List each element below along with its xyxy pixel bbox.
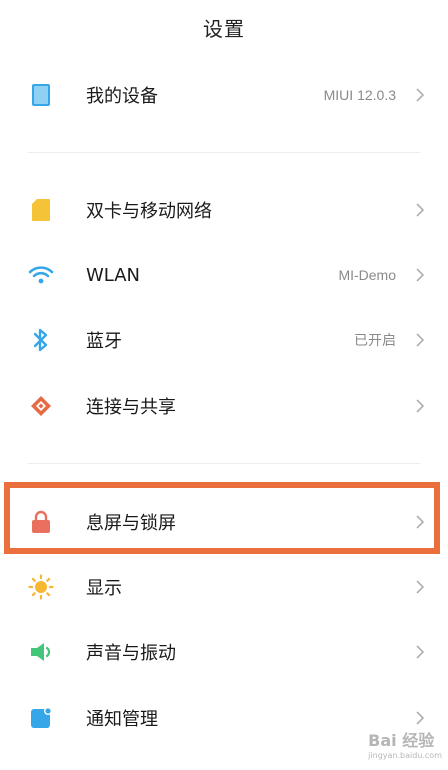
wifi-icon [28, 262, 54, 288]
setting-label: 我的设备 [86, 86, 158, 107]
setting-row-bluetooth[interactable]: 蓝牙 已开启 [0, 308, 448, 372]
chevron-right-icon [416, 645, 425, 659]
divider [28, 463, 420, 464]
tablet-icon [28, 82, 54, 108]
chevron-right-icon [416, 399, 425, 413]
notification-icon [28, 705, 54, 731]
setting-value: MIUI 12.0.3 [323, 87, 396, 103]
setting-row-device[interactable]: 我的设备 MIUI 12.0.3 [0, 63, 448, 127]
highlight-box [4, 482, 440, 554]
title-bar: 设置 [0, 0, 448, 54]
setting-row-sound[interactable]: 声音与振动 [0, 620, 448, 684]
chevron-right-icon [416, 711, 425, 725]
setting-label: 声音与振动 [86, 643, 176, 664]
setting-label: 连接与共享 [86, 397, 176, 418]
page-title: 设置 [203, 16, 245, 41]
setting-value: 已开启 [354, 332, 396, 348]
watermark-brand: Bai 经验 [368, 731, 435, 750]
setting-label: 显示 [86, 578, 122, 599]
setting-label: WLAN [86, 264, 141, 286]
share-icon [28, 393, 54, 419]
setting-row-sim[interactable]: 双卡与移动网络 [0, 178, 448, 242]
setting-value: MI-Demo [338, 267, 396, 283]
setting-label: 通知管理 [86, 709, 158, 730]
setting-row-display[interactable]: 显示 [0, 555, 448, 619]
chevron-right-icon [416, 268, 425, 282]
setting-row-share[interactable]: 连接与共享 [0, 374, 448, 438]
chevron-right-icon [416, 333, 425, 347]
chevron-right-icon [416, 88, 425, 102]
setting-label: 双卡与移动网络 [86, 201, 212, 222]
sim-card-icon [28, 197, 54, 223]
watermark-url: jingyan.baidu.com [368, 751, 442, 760]
chevron-right-icon [416, 203, 425, 217]
divider [28, 152, 420, 153]
chevron-right-icon [416, 580, 425, 594]
setting-label: 蓝牙 [86, 331, 122, 352]
bluetooth-icon [28, 327, 54, 353]
setting-row-wlan[interactable]: WLAN MI-Demo [0, 243, 448, 307]
speaker-icon [28, 639, 54, 665]
sun-icon [28, 574, 54, 600]
watermark: Bai 经验 jingyan.baidu.com [368, 727, 442, 760]
